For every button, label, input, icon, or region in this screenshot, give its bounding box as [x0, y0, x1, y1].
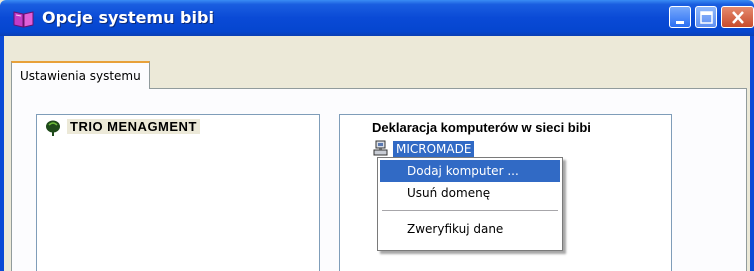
computer-node-label[interactable]: MICROMADE	[393, 141, 475, 157]
title-bar[interactable]: Opcje systemu bibi	[0, 0, 754, 36]
minimize-icon	[676, 21, 684, 24]
menu-separator	[382, 210, 558, 211]
minimize-button[interactable]	[669, 6, 691, 28]
tree-root-label[interactable]: TRIO MENAGMENT	[67, 119, 200, 134]
window-frame-right	[750, 36, 754, 271]
close-icon	[732, 11, 744, 24]
tab-ustawienia-systemu[interactable]: Ustawienia systemu	[11, 61, 150, 89]
menu-item-remove-domain[interactable]: Usuń domenę	[380, 182, 560, 204]
close-button[interactable]	[721, 6, 754, 28]
book-icon[interactable]	[13, 10, 35, 28]
menu-item-add-computer[interactable]: Dodaj komputer ...	[380, 160, 560, 182]
menu-item-verify-data[interactable]: Zweryfikuj dane	[380, 218, 560, 240]
maximize-button[interactable]	[695, 6, 717, 28]
balloon-icon	[44, 120, 62, 136]
maximize-icon	[700, 11, 713, 24]
left-tree-panel[interactable]	[36, 114, 320, 271]
context-menu: Dodaj komputer ... Usuń domenę Zweryfiku…	[377, 157, 563, 251]
window-title: Opcje systemu bibi	[42, 8, 214, 27]
window-frame-left	[0, 36, 4, 271]
panel-heading: Deklaracja komputerów w sieci bibi	[372, 120, 591, 135]
computer-icon	[372, 140, 390, 158]
